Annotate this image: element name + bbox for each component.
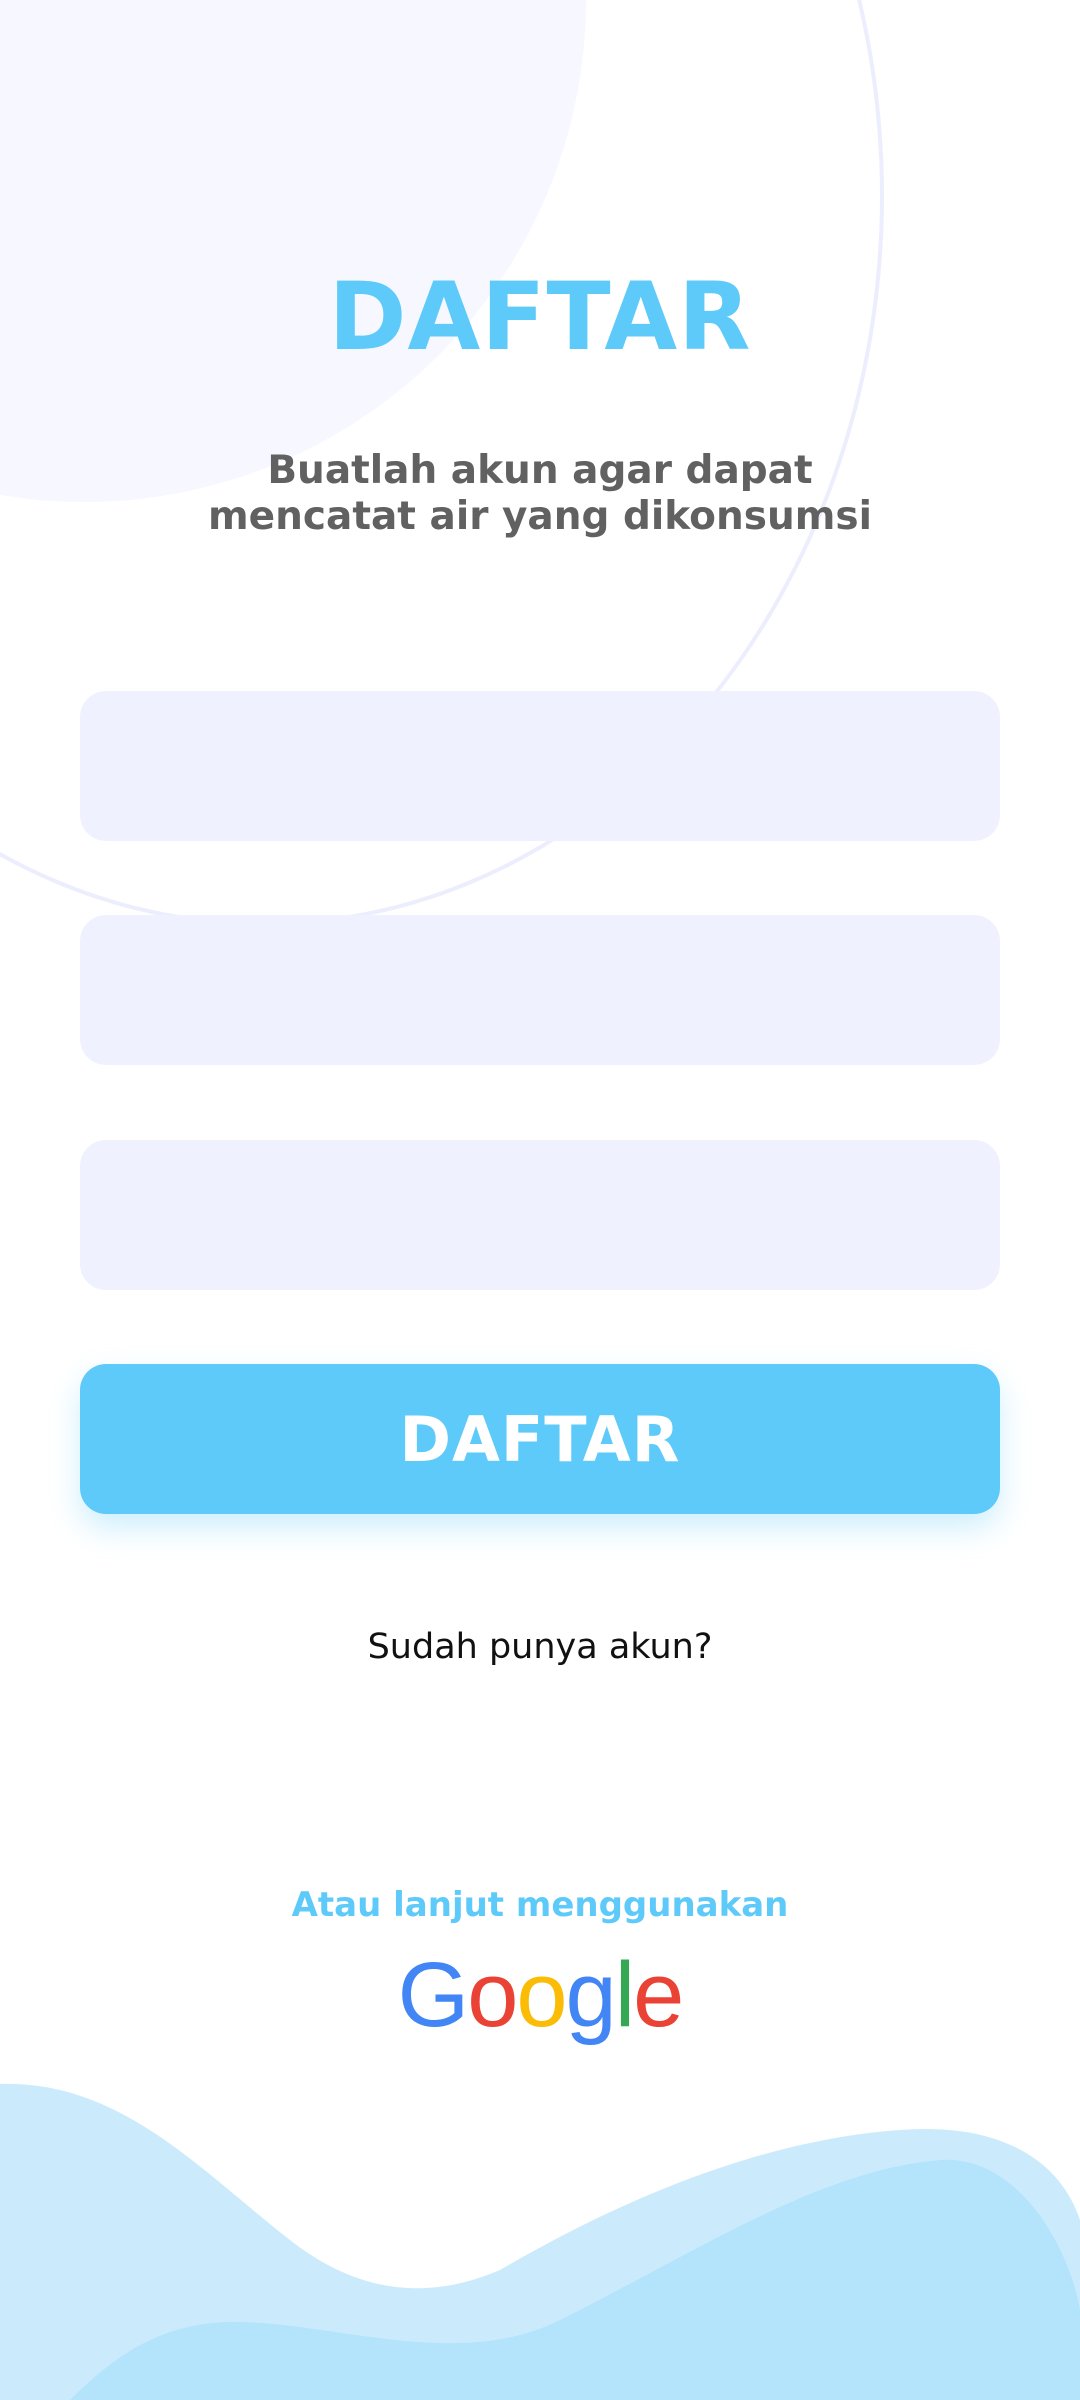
google-letter-o2: o [516,1944,567,2046]
register-button[interactable]: DAFTAR [80,1364,1000,1514]
subtitle-line-1: Buatlah akun agar dapat [267,448,813,493]
google-letter-g: G [397,1944,470,2046]
register-field-1[interactable] [80,691,1000,841]
google-logo[interactable]: Google [0,1940,1080,2050]
page-title: DAFTAR [328,263,752,372]
register-field-3[interactable] [80,1140,1000,1290]
register-screen: DAFTAR Buatlah akun agar dapat mencatat … [0,0,1080,2400]
page-subtitle: Buatlah akun agar dapat mencatat air yan… [150,448,930,540]
register-field-2[interactable] [80,915,1000,1065]
google-letter-g2: g [565,1944,617,2046]
alternative-login-text: Atau lanjut menggunakan [291,1885,789,1925]
google-letter-l: l [614,1944,636,2046]
login-link[interactable]: Sudah punya akun? [0,1622,1080,1672]
google-letter-e: e [633,1944,684,2046]
bottom-waves [0,2083,1080,2400]
google-letter-o1: o [467,1944,518,2046]
subtitle-line-2: mencatat air yang dikonsumsi [208,494,872,539]
